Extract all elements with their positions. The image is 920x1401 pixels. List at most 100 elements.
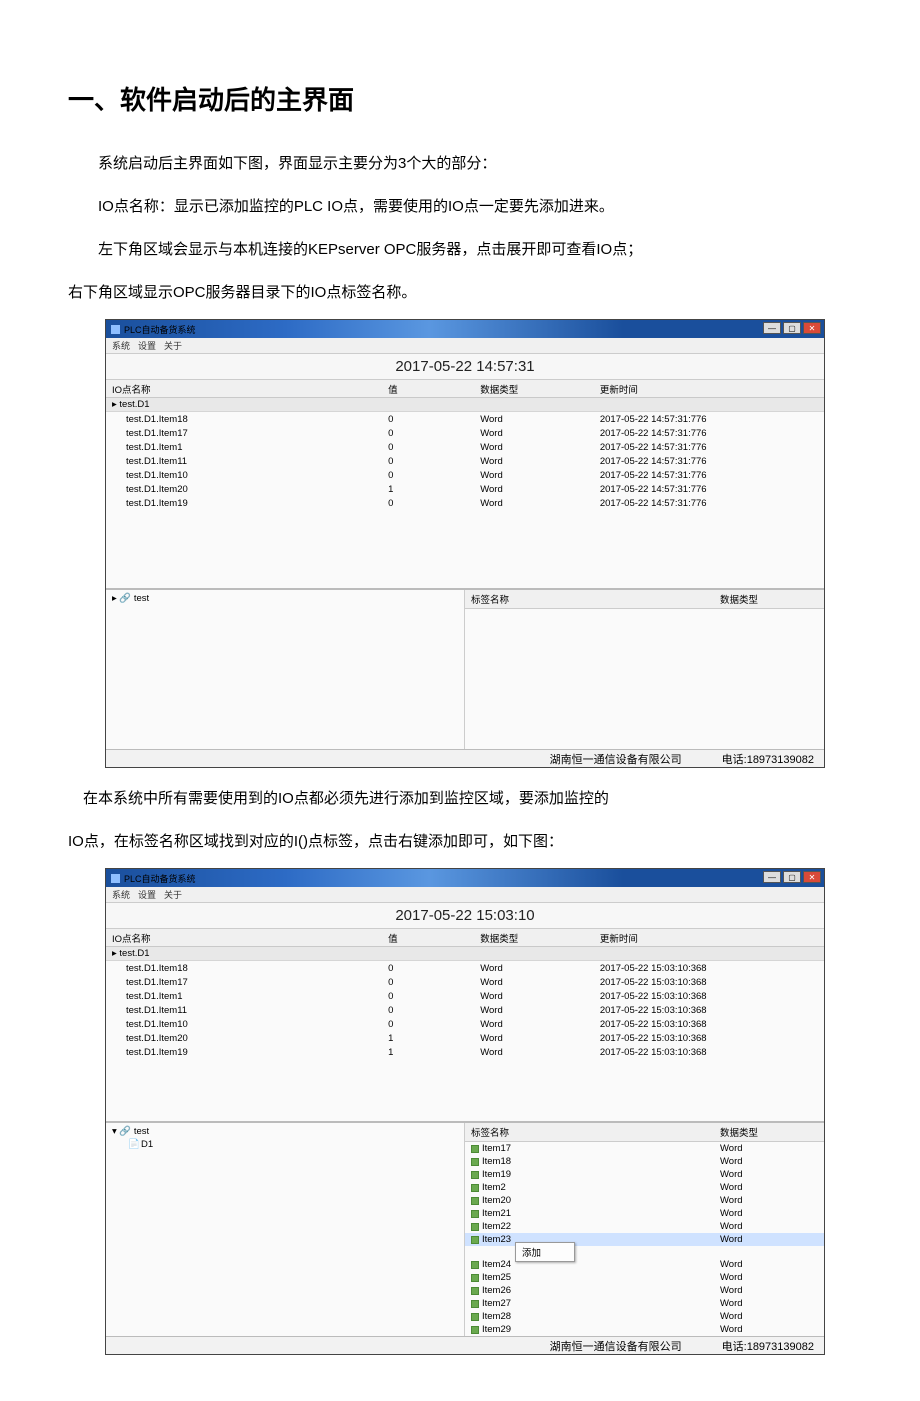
cell-tag-name: Item2 xyxy=(465,1181,714,1194)
table-row[interactable]: test.D1.Item201Word2017-05-22 14:57:31:7… xyxy=(106,482,824,496)
cell-io-name: test.D1.Item1 xyxy=(106,990,382,1003)
app-icon xyxy=(111,325,120,334)
table-row[interactable]: test.D1.Item180Word2017-05-22 14:57:31:7… xyxy=(106,412,824,426)
table-row[interactable]: test.D1.Item170Word2017-05-22 15:03:10:3… xyxy=(106,975,824,989)
io-group-row[interactable]: ▸ test.D1 xyxy=(106,398,824,412)
footer-company: 湖南恒一通信设备有限公司 xyxy=(550,751,682,767)
tree-root-test[interactable]: ▸ 🔗 test xyxy=(112,593,458,604)
cell-tag-type: Word xyxy=(714,1310,824,1323)
tag-row[interactable]: Item17Word xyxy=(465,1142,824,1155)
table-row[interactable]: test.D1.Item100Word2017-05-22 15:03:10:3… xyxy=(106,1017,824,1031)
cell-data-type: Word xyxy=(474,962,594,975)
col-tag-type[interactable]: 数据类型 xyxy=(714,1123,824,1141)
col-update-time[interactable]: 更新时间 xyxy=(594,381,824,397)
cell-tag-type: Word xyxy=(714,1271,824,1284)
cell-data-type: Word xyxy=(474,497,594,510)
cell-tag-name: Item28 xyxy=(465,1310,714,1323)
cell-value: 0 xyxy=(382,1018,474,1031)
minimize-button[interactable]: — xyxy=(763,322,781,334)
cell-io-name: test.D1.Item10 xyxy=(106,469,382,482)
tag-row[interactable]: Item27Word xyxy=(465,1297,824,1310)
cell-tag-name: Item17 xyxy=(465,1142,714,1155)
col-update-time[interactable]: 更新时间 xyxy=(594,930,824,946)
table-row[interactable]: test.D1.Item110Word2017-05-22 15:03:10:3… xyxy=(106,1003,824,1017)
tag-icon xyxy=(471,1313,479,1321)
cell-data-type: Word xyxy=(474,413,594,426)
tag-icon xyxy=(471,1145,479,1153)
table-row[interactable]: test.D1.Item100Word2017-05-22 14:57:31:7… xyxy=(106,468,824,482)
tag-row[interactable]: Item25Word xyxy=(465,1271,824,1284)
close-button[interactable]: ✕ xyxy=(803,871,821,883)
tag-row[interactable]: Item29Word xyxy=(465,1323,824,1336)
tag-row[interactable]: Item26Word xyxy=(465,1284,824,1297)
tag-row[interactable]: Item20Word xyxy=(465,1194,824,1207)
menu-system[interactable]: 系统 xyxy=(112,339,130,352)
table-row[interactable]: test.D1.Item170Word2017-05-22 14:57:31:7… xyxy=(106,426,824,440)
cell-data-type: Word xyxy=(474,976,594,989)
col-tag-name[interactable]: 标签名称 xyxy=(465,1123,714,1141)
table-row[interactable]: test.D1.Item10Word2017-05-22 15:03:10:36… xyxy=(106,989,824,1003)
footer-phone: 电话:18973139082 xyxy=(722,751,814,767)
tag-row[interactable]: Item2Word xyxy=(465,1181,824,1194)
cell-update-time: 2017-05-22 14:57:31:776 xyxy=(594,497,824,510)
context-menu[interactable]: 添加 xyxy=(515,1242,575,1262)
para-3: 左下角区域会显示与本机连接的KEPserver OPC服务器，点击展开即可查看I… xyxy=(68,233,920,266)
menu-settings[interactable]: 设置 xyxy=(138,339,156,352)
tree-node-d1[interactable]: 📄 D1 xyxy=(128,1139,458,1150)
window-titlebar[interactable]: PLC自动备货系统 — ▢ ✕ xyxy=(106,320,824,338)
col-tag-name[interactable]: 标签名称 xyxy=(465,590,714,608)
para-1: 系统启动后主界面如下图，界面显示主要分为3个大的部分： xyxy=(68,147,920,180)
maximize-button[interactable]: ▢ xyxy=(783,871,801,883)
menu-settings[interactable]: 设置 xyxy=(138,888,156,901)
cell-update-time: 2017-05-22 15:03:10:368 xyxy=(594,1032,824,1045)
tag-row[interactable]: Item19Word xyxy=(465,1168,824,1181)
cell-update-time: 2017-05-22 15:03:10:368 xyxy=(594,990,824,1003)
cell-value: 0 xyxy=(382,497,474,510)
table-row[interactable]: test.D1.Item201Word2017-05-22 15:03:10:3… xyxy=(106,1031,824,1045)
col-io-name[interactable]: IO点名称 xyxy=(106,381,382,397)
cell-data-type: Word xyxy=(474,441,594,454)
cell-data-type: Word xyxy=(474,483,594,496)
table-row[interactable]: test.D1.Item190Word2017-05-22 14:57:31:7… xyxy=(106,496,824,510)
menu-about[interactable]: 关于 xyxy=(164,888,182,901)
table-row[interactable]: test.D1.Item180Word2017-05-22 15:03:10:3… xyxy=(106,961,824,975)
close-button[interactable]: ✕ xyxy=(803,322,821,334)
footer-company: 湖南恒一通信设备有限公司 xyxy=(550,1338,682,1354)
col-io-name[interactable]: IO点名称 xyxy=(106,930,382,946)
table-row[interactable]: test.D1.Item191Word2017-05-22 15:03:10:3… xyxy=(106,1045,824,1059)
minimize-button[interactable]: — xyxy=(763,871,781,883)
io-grid: IO点名称 值 数据类型 更新时间 ▸ test.D1 test.D1.Item… xyxy=(106,929,824,1122)
opc-server-tree: ▸ 🔗 test xyxy=(106,590,465,749)
col-value[interactable]: 值 xyxy=(382,381,474,397)
io-group-row[interactable]: ▸ test.D1 xyxy=(106,947,824,961)
tag-row[interactable]: Item22Word xyxy=(465,1220,824,1233)
cell-io-name: test.D1.Item11 xyxy=(106,1004,382,1017)
cell-tag-name: Item25 xyxy=(465,1271,714,1284)
cell-data-type: Word xyxy=(474,1018,594,1031)
tag-row[interactable]: Item28Word xyxy=(465,1310,824,1323)
cell-tag-type: Word xyxy=(714,1207,824,1220)
cell-data-type: Word xyxy=(474,455,594,468)
datetime-display: 2017-05-22 14:57:31 xyxy=(106,354,824,380)
cell-value: 0 xyxy=(382,990,474,1003)
menu-system[interactable]: 系统 xyxy=(112,888,130,901)
col-data-type[interactable]: 数据类型 xyxy=(474,930,594,946)
col-value[interactable]: 值 xyxy=(382,930,474,946)
cell-tag-name: Item27 xyxy=(465,1297,714,1310)
menu-about[interactable]: 关于 xyxy=(164,339,182,352)
col-tag-type[interactable]: 数据类型 xyxy=(714,590,824,608)
grid-spacer xyxy=(106,1059,824,1121)
window-titlebar[interactable]: PLC自动备货系统 — ▢ ✕ xyxy=(106,869,824,887)
cell-io-name: test.D1.Item19 xyxy=(106,497,382,510)
tree-root-test[interactable]: ▾ 🔗 test xyxy=(112,1126,458,1137)
cell-tag-name: Item22 xyxy=(465,1220,714,1233)
window-title: PLC自动备货系统 xyxy=(124,323,196,336)
table-row[interactable]: test.D1.Item110Word2017-05-22 14:57:31:7… xyxy=(106,454,824,468)
table-row[interactable]: test.D1.Item10Word2017-05-22 14:57:31:77… xyxy=(106,440,824,454)
tag-row[interactable]: Item18Word xyxy=(465,1155,824,1168)
cell-tag-type: Word xyxy=(714,1142,824,1155)
tag-row[interactable]: Item21Word xyxy=(465,1207,824,1220)
col-data-type[interactable]: 数据类型 xyxy=(474,381,594,397)
maximize-button[interactable]: ▢ xyxy=(783,322,801,334)
cell-value: 1 xyxy=(382,1046,474,1059)
